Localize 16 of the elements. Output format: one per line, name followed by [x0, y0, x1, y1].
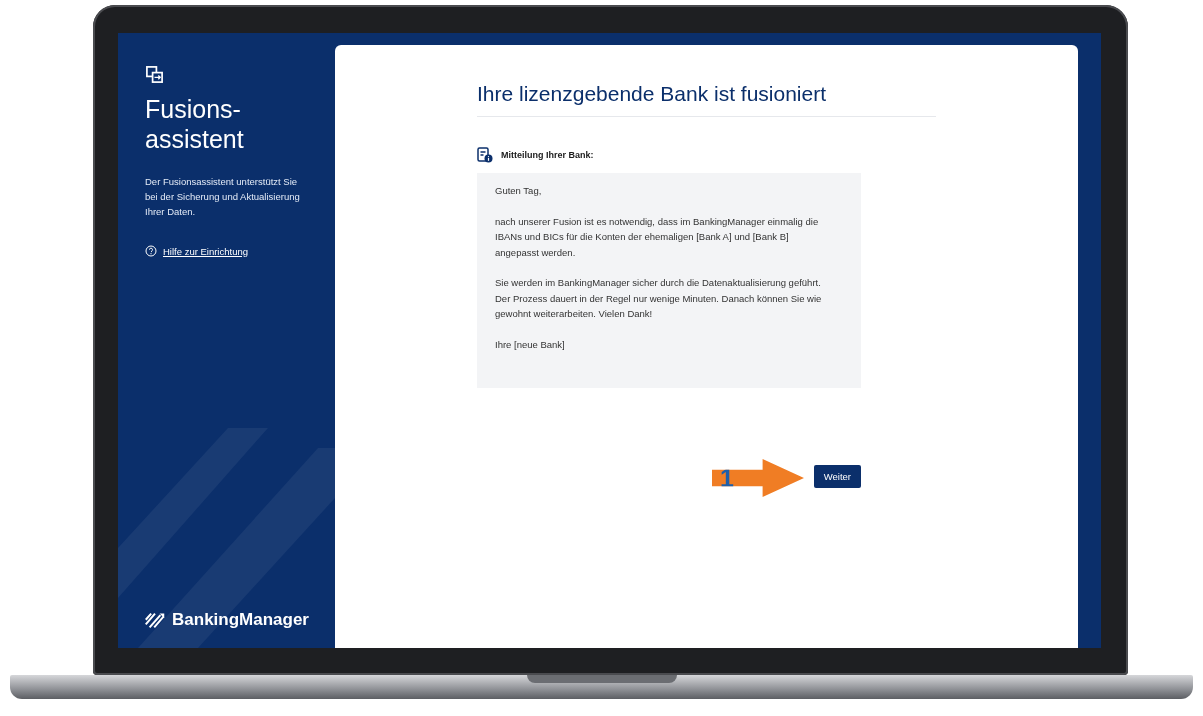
help-link[interactable]: Hilfe zur Einrichtung — [163, 245, 248, 257]
arrow-callout: 1 — [712, 459, 804, 497]
message-paragraph: Sie werden im BankingManager sicher durch die Datenaktualisierung geführt. Der Prozess dauert in der Regel nur wenige Minuten. Danach können Sie wie gewohnt weiterarbeiten. Vielen Dank! — [495, 276, 823, 321]
message-label: Mitteilung Ihrer Bank: — [501, 150, 594, 160]
page-heading: Ihre lizenzgebende Bank ist fusioniert — [477, 82, 828, 106]
sidebar-description: Der Fusionsassistent unterstützt Sie bei der Sicherung und Aktualisierung Ihrer Daten. — [145, 175, 301, 219]
next-button[interactable]: Weiter — [813, 465, 861, 488]
message-paragraph: Guten Tag, — [495, 184, 543, 198]
message-paragraph: nach unserer Fusion ist es notwendig, dass im BankingManager einmalig die IBANs und BICs für die Konten der ehemaligen [Bank A] und [Bank B] angepasst werden. — [495, 214, 820, 260]
slash-arrows-logo-icon — [145, 610, 165, 630]
help-icon — [145, 245, 157, 257]
sidebar-title: Fusions- assistent — [145, 94, 245, 154]
brand-name: BankingManager — [172, 610, 309, 630]
message-paragraph: Ihre [neue Bank] — [495, 337, 566, 352]
document-info-icon — [477, 147, 493, 163]
merge-icon — [145, 65, 164, 84]
